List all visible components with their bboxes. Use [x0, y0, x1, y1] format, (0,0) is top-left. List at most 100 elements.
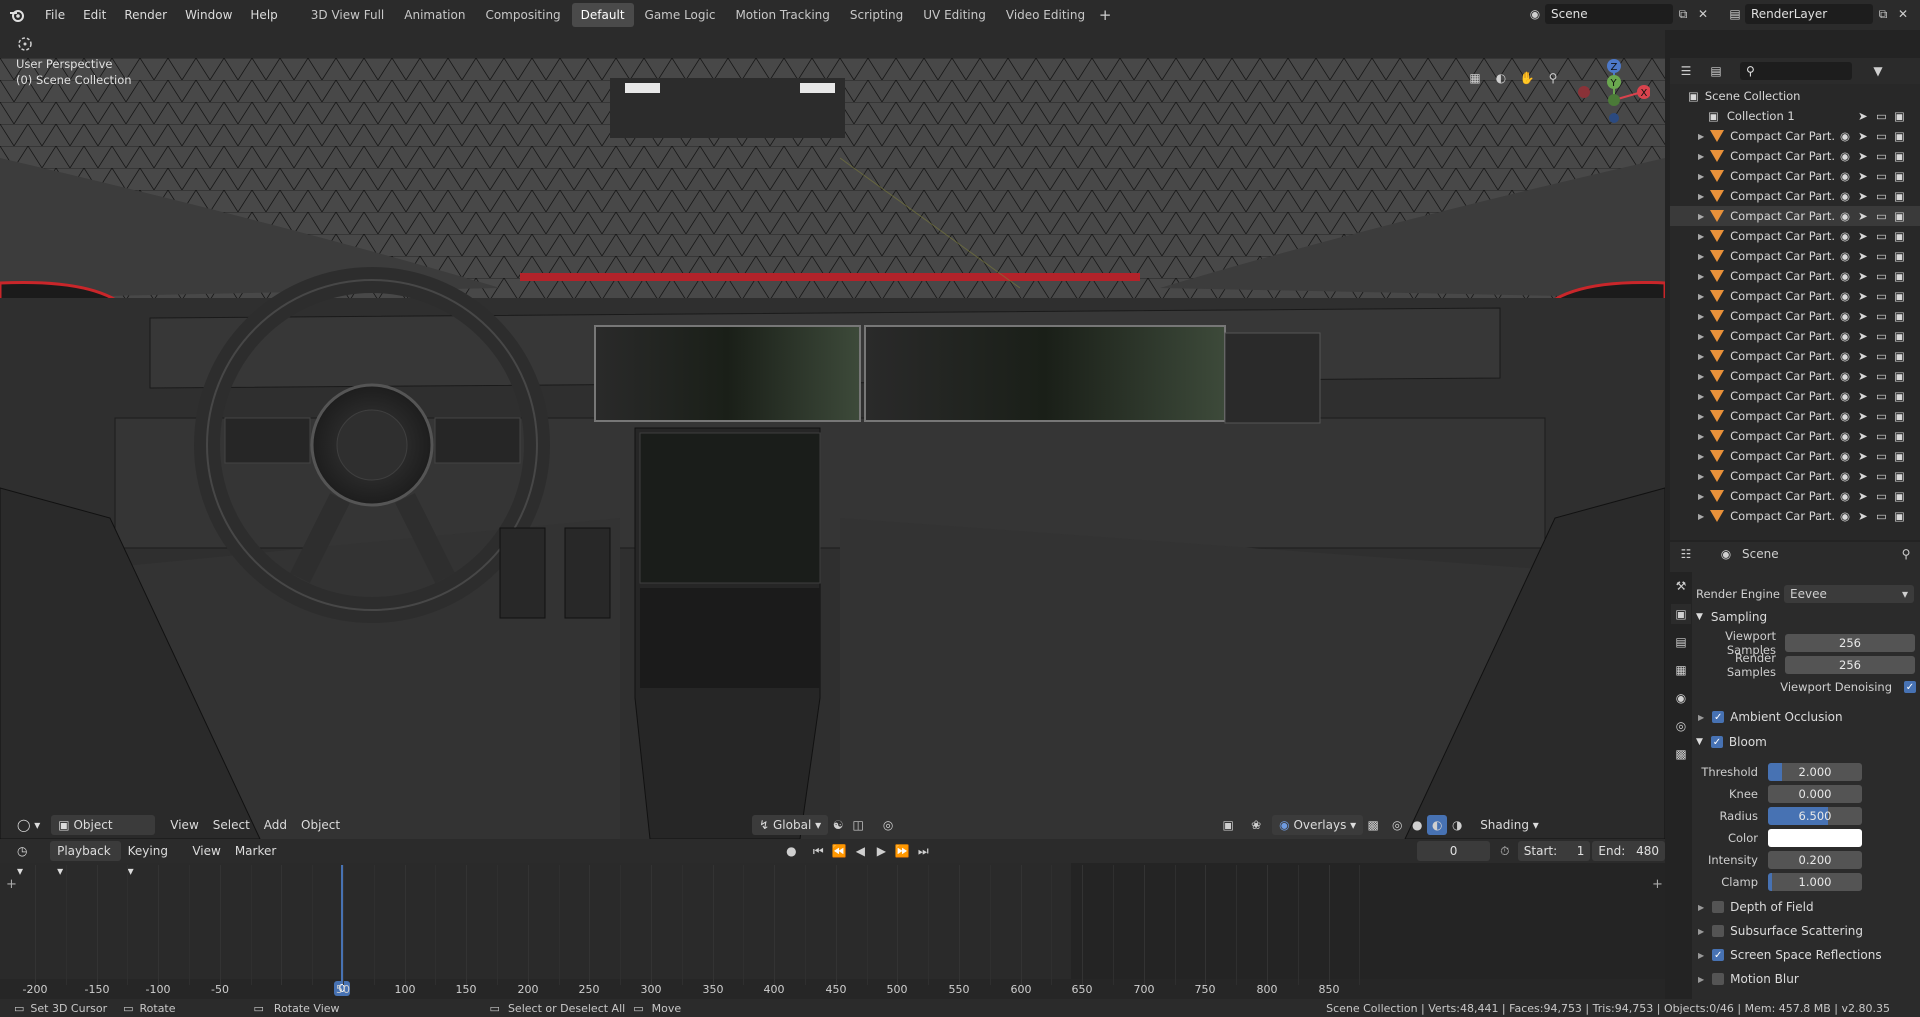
- menu-select[interactable]: Select: [206, 815, 257, 835]
- outliner-object-row[interactable]: ▶ Compact Car Part.0 ◉ ➤ ▭ ▣: [1670, 246, 1920, 266]
- play-icon[interactable]: ▶: [871, 841, 891, 861]
- select-arrow-icon[interactable]: ➤: [1858, 349, 1868, 363]
- sampling-panel-header[interactable]: ▼ Sampling: [1692, 606, 1920, 628]
- outliner[interactable]: ☰ ▤ ⚲ ▼ ▣ Scene Collection ▣ Collection …: [1670, 58, 1920, 540]
- select-arrow-icon[interactable]: ➤: [1858, 309, 1868, 323]
- subsurface-scattering-panel[interactable]: ▶ Subsurface Scattering: [1692, 920, 1920, 942]
- render-camera-icon[interactable]: ▣: [1894, 249, 1905, 263]
- jump-end-icon[interactable]: ⏭: [913, 841, 933, 861]
- outliner-object-row[interactable]: ▶ Compact Car Part.0 ◉ ➤ ▭ ▣: [1670, 386, 1920, 406]
- outliner-object-row[interactable]: ▶ Compact Car Part.0 ◉ ➤ ▭ ▣: [1670, 226, 1920, 246]
- outliner-object-row[interactable]: ▶ Compact Car Part.0 ◉ ➤ ▭ ▣: [1670, 486, 1920, 506]
- menu-file[interactable]: File: [36, 0, 74, 30]
- expand-arrow-icon[interactable]: ▶: [1698, 132, 1704, 141]
- mode-selector[interactable]: ▣ Object Mode ▾: [51, 815, 156, 852]
- outliner-object-row[interactable]: ▶ Compact Car Part.0 ◉ ➤ ▭ ▣: [1670, 446, 1920, 466]
- viewport-display-icon[interactable]: ▭: [1876, 109, 1887, 123]
- select-arrow-icon[interactable]: ➤: [1858, 329, 1868, 343]
- outliner-object-row[interactable]: ▶ Compact Car Part.0 ◉ ➤ ▭ ▣: [1670, 506, 1920, 526]
- shading-menu[interactable]: Shading ▾: [1473, 815, 1546, 835]
- bloom-color-swatch[interactable]: [1768, 829, 1862, 847]
- expand-arrow-icon[interactable]: ▶: [1698, 272, 1704, 281]
- zoom-icon[interactable]: ⚲: [1543, 68, 1563, 88]
- render-camera-icon[interactable]: ▣: [1894, 429, 1905, 443]
- outliner-object-row[interactable]: ▶ Compact Car Part.0 ◉ ➤ ▭ ▣: [1670, 426, 1920, 446]
- jump-keyframe-forward-icon[interactable]: ⏩: [892, 841, 912, 861]
- output-tab-icon[interactable]: ▤: [1671, 632, 1691, 652]
- pin-icon[interactable]: ⚲: [1896, 544, 1916, 564]
- render-camera-icon[interactable]: ▣: [1894, 289, 1905, 303]
- scene-name-field[interactable]: Scene: [1545, 4, 1673, 24]
- screen-space-reflections-checkbox[interactable]: ✓: [1712, 949, 1725, 961]
- pivot-icon[interactable]: ☯: [828, 815, 848, 835]
- outliner-object-row[interactable]: ▶ Compact Car Part.0 ◉ ➤ ▭ ▣: [1670, 206, 1920, 226]
- menu-keying[interactable]: Keying ▾: [121, 841, 180, 878]
- knee-slider[interactable]: 0.000: [1768, 785, 1862, 803]
- viewport-display-icon[interactable]: ▭: [1876, 389, 1887, 403]
- viewport-display-icon[interactable]: ▭: [1876, 309, 1887, 323]
- tab-animation[interactable]: Animation: [395, 3, 474, 27]
- render-camera-icon[interactable]: ▣: [1894, 109, 1905, 123]
- menu-playback[interactable]: Playback ▾: [50, 841, 121, 878]
- menu-add[interactable]: Add: [257, 815, 294, 835]
- view-layer-icon[interactable]: ▤: [1725, 4, 1745, 24]
- visibility-eye-icon[interactable]: ◉: [1840, 509, 1850, 523]
- overlays-button[interactable]: ◉ Overlays ▾: [1272, 815, 1364, 835]
- snap-icon[interactable]: ◫: [848, 815, 868, 835]
- solid-shading-icon[interactable]: ●: [1407, 815, 1427, 835]
- outliner-object-row[interactable]: ▶ Compact Car Part.0 ◉ ➤ ▭ ▣: [1670, 186, 1920, 206]
- viewport-display-icon[interactable]: ▭: [1876, 489, 1887, 503]
- outliner-object-row[interactable]: ▶ Compact Car Part.0 ◉ ➤ ▭ ▣: [1670, 146, 1920, 166]
- render-camera-icon[interactable]: ▣: [1894, 209, 1905, 223]
- camera-icon[interactable]: ◐: [1491, 68, 1511, 88]
- current-frame-field[interactable]: 0: [1417, 841, 1490, 861]
- expand-arrow-icon[interactable]: ▶: [1698, 332, 1704, 341]
- visibility-eye-icon[interactable]: ◉: [1840, 229, 1850, 243]
- tab-game-logic[interactable]: Game Logic: [636, 3, 725, 27]
- select-arrow-icon[interactable]: ➤: [1858, 469, 1868, 483]
- expand-arrow-icon[interactable]: ▶: [1698, 172, 1704, 181]
- start-frame-field[interactable]: Start: 1: [1517, 841, 1591, 861]
- select-arrow-icon[interactable]: ➤: [1858, 269, 1868, 283]
- render-camera-icon[interactable]: ▣: [1894, 329, 1905, 343]
- visibility-eye-icon[interactable]: ◉: [1840, 209, 1850, 223]
- visibility-eye-icon[interactable]: ◉: [1840, 369, 1850, 383]
- visibility-eye-icon[interactable]: ◉: [1840, 189, 1850, 203]
- select-arrow-icon[interactable]: ➤: [1858, 229, 1868, 243]
- texture-tab-icon[interactable]: ▩: [1671, 744, 1691, 764]
- viewport-display-icon[interactable]: ▭: [1876, 189, 1887, 203]
- visibility-eye-icon[interactable]: ◉: [1840, 309, 1850, 323]
- screen-space-reflections-panel[interactable]: ▶ ✓ Screen Space Reflections: [1692, 944, 1920, 966]
- visibility-eye-icon[interactable]: ◉: [1840, 269, 1850, 283]
- ambient-occlusion-panel[interactable]: ▶ ✓ Ambient Occlusion: [1692, 706, 1920, 728]
- cursor-tool-icon[interactable]: [12, 33, 38, 55]
- expand-arrow-icon[interactable]: ▶: [1698, 232, 1704, 241]
- viewport-display-icon[interactable]: ▭: [1876, 229, 1887, 243]
- viewport-display-icon[interactable]: ▭: [1876, 429, 1887, 443]
- select-arrow-icon[interactable]: ➤: [1858, 489, 1868, 503]
- expand-arrow-icon[interactable]: ▶: [1698, 452, 1704, 461]
- play-reverse-icon[interactable]: ◀: [850, 841, 870, 861]
- render-camera-icon[interactable]: ▣: [1894, 449, 1905, 463]
- stopwatch-icon[interactable]: ⏱: [1496, 841, 1514, 861]
- close-scene-icon[interactable]: ✕: [1693, 4, 1713, 24]
- render-camera-icon[interactable]: ▣: [1894, 309, 1905, 323]
- visibility-eye-icon[interactable]: ◉: [1840, 289, 1850, 303]
- tab-scripting[interactable]: Scripting: [841, 3, 912, 27]
- copy-scene-icon[interactable]: ⧉: [1673, 4, 1693, 24]
- properties-editor-icon[interactable]: ☷: [1676, 544, 1696, 564]
- menu-object[interactable]: Object: [294, 815, 347, 835]
- display-mode-icon[interactable]: ▤: [1706, 61, 1726, 81]
- render-camera-icon[interactable]: ▣: [1894, 389, 1905, 403]
- tab-video-editing[interactable]: Video Editing: [997, 3, 1094, 27]
- view-layer-field[interactable]: RenderLayer: [1745, 4, 1873, 24]
- material-shading-icon[interactable]: ◐: [1427, 815, 1448, 835]
- viewport-display-icon[interactable]: ▭: [1876, 129, 1887, 143]
- timeline-editor-icon[interactable]: ◷ ▾: [10, 841, 42, 878]
- timeline-left-add-icon[interactable]: +: [6, 877, 17, 892]
- outliner-object-row[interactable]: ▶ Compact Car Part.0 ◉ ➤ ▭ ▣: [1670, 306, 1920, 326]
- render-camera-icon[interactable]: ▣: [1894, 189, 1905, 203]
- expand-arrow-icon[interactable]: ▶: [1698, 432, 1704, 441]
- visibility-eye-icon[interactable]: ◉: [1840, 389, 1850, 403]
- visibility-eye-icon[interactable]: ◉: [1840, 469, 1850, 483]
